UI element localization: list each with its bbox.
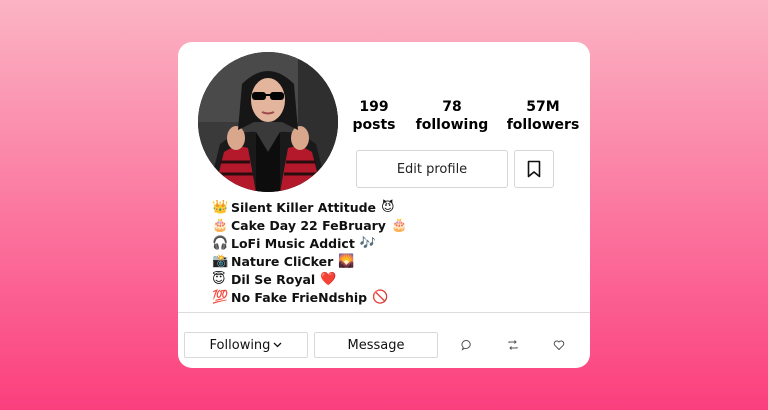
camera-icon: 📸: [212, 253, 229, 269]
bio-line: 🎧 LoFi Music Addict 🎶: [212, 234, 512, 252]
bio-line: 👑 Silent Killer Attitude 😈: [212, 198, 512, 216]
stat-posts-value: 199: [359, 99, 389, 115]
bio-text: Cake Day 22 FeBruary: [231, 217, 386, 233]
stat-followers[interactable]: 57M followers: [502, 98, 584, 134]
repost-button[interactable]: [506, 338, 520, 352]
message-button[interactable]: Message: [314, 332, 438, 358]
comment-button[interactable]: [460, 338, 474, 352]
profile-card: 199 posts 78 following 57M followers Edi…: [178, 42, 590, 368]
bio-text: Dil Se Royal: [231, 271, 316, 287]
crown-icon: 👑: [212, 199, 229, 215]
following-button[interactable]: Following: [184, 332, 308, 358]
prohibited-icon: 🚫: [372, 289, 389, 305]
action-bar: Following Message: [178, 332, 590, 358]
comment-icon: [461, 339, 471, 351]
hundred-points-icon: 💯: [212, 289, 229, 305]
stat-following[interactable]: 78 following: [412, 98, 492, 134]
stat-followers-label: followers: [506, 117, 580, 133]
bio-line: 💯 No Fake FrieNdship 🚫: [212, 288, 512, 306]
profile-bio: 👑 Silent Killer Attitude 😈 🎂 Cake Day 22…: [212, 198, 512, 306]
following-label: Following: [209, 337, 271, 353]
bio-text: Silent Killer Attitude: [231, 199, 377, 215]
stat-posts-label: posts: [352, 117, 396, 133]
bio-line: 📸 Nature CliCker 🌄: [212, 252, 512, 270]
chevron-down-icon: [273, 342, 282, 348]
bio-text: LoFi Music Addict: [231, 235, 355, 251]
heart-outline-icon: [553, 340, 565, 351]
heart-icon: ❤️: [320, 271, 337, 287]
avatar-photo: [198, 52, 338, 192]
stat-followers-value: 57M: [526, 99, 560, 115]
stat-following-value: 78: [442, 99, 462, 115]
cake-icon: 🎂: [390, 217, 408, 233]
cake-icon: 🎂: [212, 217, 229, 233]
headphones-icon: 🎧: [212, 235, 229, 251]
stat-following-label: following: [415, 117, 489, 133]
devil-icon: 😈: [381, 199, 395, 215]
divider: [178, 312, 590, 313]
halo-face-icon: 😇: [212, 271, 226, 287]
bio-text: Nature CliCker: [231, 253, 334, 269]
bio-line: 🎂 Cake Day 22 FeBruary 🎂: [212, 216, 512, 234]
stat-posts[interactable]: 199 posts: [346, 98, 402, 134]
bookmark-icon: [527, 160, 541, 178]
repost-icon: [508, 340, 518, 350]
sunrise-icon: 🌄: [338, 253, 355, 269]
bio-text: No Fake FrieNdship: [231, 289, 368, 305]
message-label: Message: [347, 337, 405, 353]
music-notes-icon: 🎶: [359, 235, 376, 251]
profile-avatar[interactable]: [198, 52, 338, 192]
saved-button[interactable]: [514, 150, 554, 188]
bio-line: 😇 Dil Se Royal ❤️: [212, 270, 512, 288]
edit-profile-button[interactable]: Edit profile: [356, 150, 508, 188]
like-button[interactable]: [552, 338, 566, 352]
profile-stats: 199 posts 78 following 57M followers: [346, 98, 586, 138]
